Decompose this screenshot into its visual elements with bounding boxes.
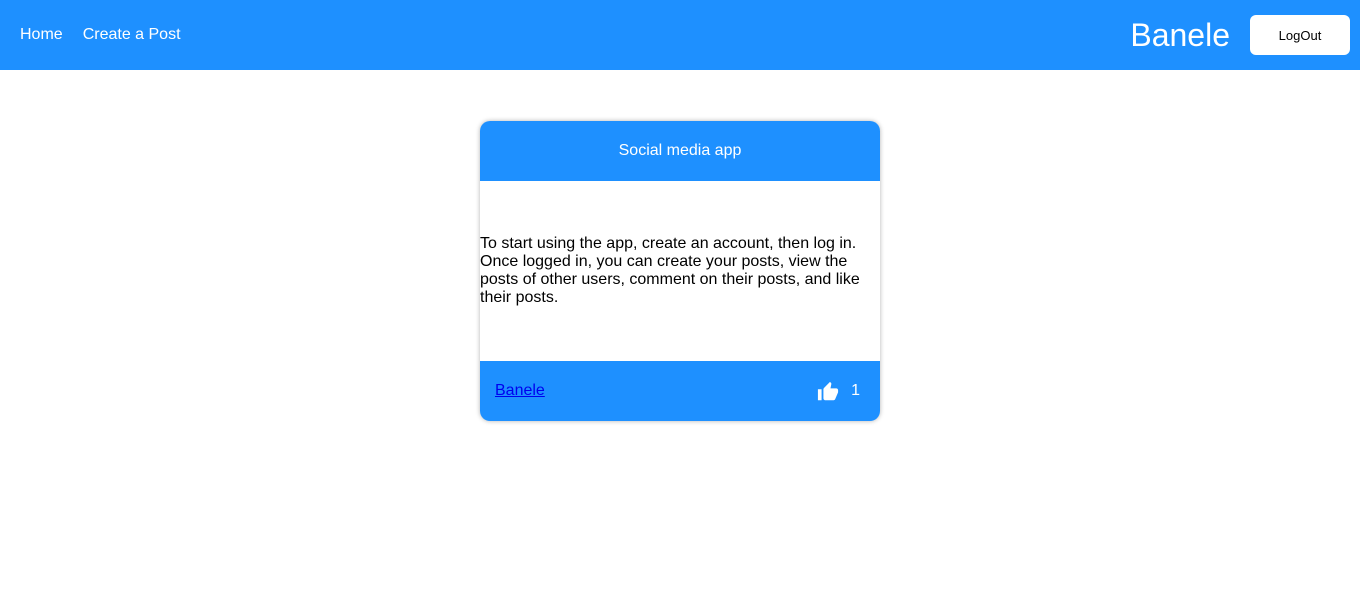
post-footer: Banele 1 — [480, 361, 880, 421]
top-navbar: Home Create a Post Banele LogOut — [0, 0, 1360, 70]
current-username: Banele — [1130, 17, 1230, 53]
post-title: Social media app — [480, 121, 880, 181]
nav-create-post-link[interactable]: Create a Post — [83, 25, 181, 45]
post-body: To start using the app, create an accoun… — [480, 235, 860, 306]
nav-links: Home Create a Post — [0, 25, 201, 45]
post-card[interactable]: Social media app To start using the app,… — [480, 121, 880, 421]
like-count: 1 — [851, 382, 860, 399]
nav-home-link[interactable]: Home — [20, 25, 63, 45]
thumbs-up-icon[interactable] — [817, 381, 839, 403]
logout-button[interactable]: LogOut — [1250, 15, 1350, 55]
likes-area: 1 — [817, 379, 860, 403]
post-author-link[interactable]: Banele — [495, 382, 545, 400]
nav-user-area: Banele LogOut — [1130, 15, 1360, 55]
